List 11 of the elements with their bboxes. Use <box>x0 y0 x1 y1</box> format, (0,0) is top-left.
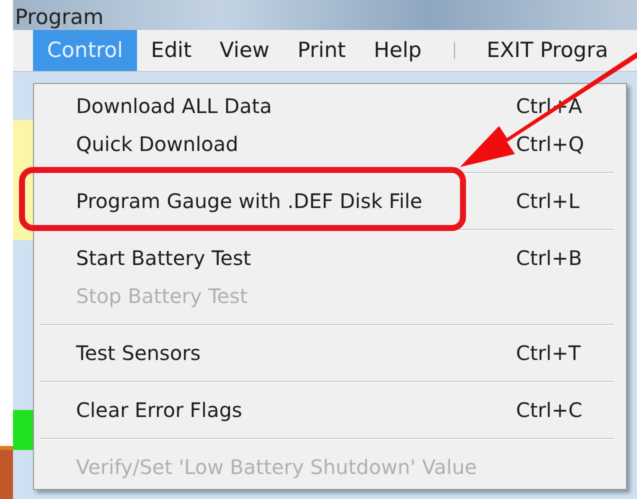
menu-bar-item[interactable]: Print <box>283 30 360 71</box>
menu-item[interactable]: Program Gauge with .DEF Disk File Ctrl+L <box>34 182 626 220</box>
menu-bar-item[interactable]: Edit <box>136 30 206 71</box>
menu-item[interactable]: Start Battery Test Ctrl+B <box>34 239 626 277</box>
menu-item[interactable]: Test Sensors Ctrl+T <box>34 334 626 372</box>
window-title: Program <box>15 4 104 30</box>
menu-item[interactable]: Quick Download Ctrl+Q <box>34 125 626 163</box>
menu-bar-item[interactable]: Help <box>360 30 436 71</box>
menu-bar-item[interactable]: View <box>206 30 284 71</box>
menu-item[interactable]: Clear Error Flags Ctrl+C <box>34 391 626 429</box>
menu-bar-item[interactable]: EXIT Progra <box>472 30 622 71</box>
